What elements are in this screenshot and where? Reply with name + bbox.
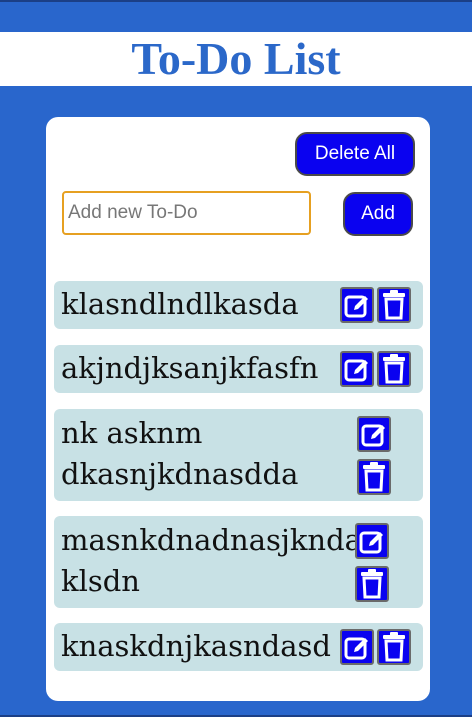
delete-button[interactable] xyxy=(357,459,391,495)
edit-button[interactable] xyxy=(355,523,389,559)
todo-item: akjndjksanjkfasfn xyxy=(54,345,423,393)
delete-button[interactable] xyxy=(377,287,411,323)
delete-button[interactable] xyxy=(377,629,411,665)
delete-button[interactable] xyxy=(377,351,411,387)
trash-icon xyxy=(381,632,407,662)
todo-item-text: masnkdnadnasjknda klsdn xyxy=(61,523,362,598)
header: To-Do List xyxy=(0,32,472,86)
new-todo-input[interactable] xyxy=(62,191,311,235)
todo-item: klasndlndlkasda xyxy=(54,281,423,329)
todo-item: masnkdnadnasjknda klsdn xyxy=(54,516,423,608)
edit-button[interactable] xyxy=(340,629,374,665)
todo-item-text: nk asknm dkasnjkdnasdda xyxy=(61,416,299,491)
edit-icon xyxy=(358,527,386,555)
page-title: To-Do List xyxy=(131,33,341,84)
edit-button[interactable] xyxy=(340,287,374,323)
todo-item: nk asknm dkasnjkdnasdda xyxy=(54,409,423,501)
delete-all-button[interactable]: Delete All xyxy=(295,132,415,176)
todo-card: Delete All Add klasndlndlkasda xyxy=(46,117,430,701)
todo-item-text: knaskdnjkasndasd xyxy=(61,629,331,663)
trash-icon xyxy=(361,462,387,492)
edit-icon xyxy=(343,291,371,319)
add-button[interactable]: Add xyxy=(343,192,413,236)
trash-icon xyxy=(359,569,385,599)
todo-item-text: akjndjksanjkfasfn xyxy=(61,351,319,385)
todo-item-text: klasndlndlkasda xyxy=(61,287,299,321)
delete-button[interactable] xyxy=(355,566,389,602)
todo-item: knaskdnjkasndasd xyxy=(54,623,423,671)
edit-icon xyxy=(343,633,371,661)
edit-icon xyxy=(360,420,388,448)
top-border xyxy=(0,0,472,2)
trash-icon xyxy=(381,290,407,320)
trash-icon xyxy=(381,354,407,384)
edit-button[interactable] xyxy=(357,416,391,452)
edit-icon xyxy=(343,355,371,383)
edit-button[interactable] xyxy=(340,351,374,387)
